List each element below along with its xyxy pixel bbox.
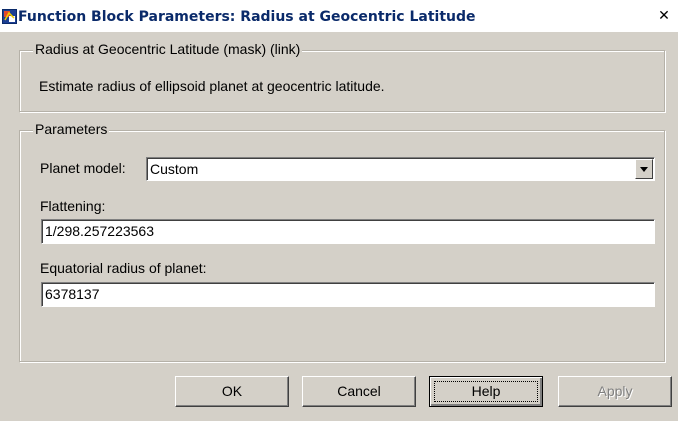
parameters-group: Parameters Planet model: Custom Flatteni… [19, 121, 665, 362]
flattening-label: Flattening: [40, 198, 106, 214]
chevron-down-icon[interactable] [635, 159, 653, 179]
simulink-block-icon [2, 9, 17, 24]
window-title: Function Block Parameters: Radius at Geo… [18, 9, 476, 25]
description-text: Estimate radius of ellipsoid planet at g… [39, 78, 385, 94]
flattening-input[interactable]: 1/298.257223563 [41, 219, 655, 244]
title-bar: Function Block Parameters: Radius at Geo… [0, 0, 678, 32]
apply-button[interactable]: Apply [558, 376, 672, 407]
cancel-button[interactable]: Cancel [302, 376, 416, 407]
parameters-legend: Parameters [33, 121, 110, 137]
ok-button[interactable]: OK [175, 376, 289, 407]
help-button[interactable]: Help [429, 376, 543, 407]
planet-model-value: Custom [150, 161, 199, 177]
description-group: Radius at Geocentric Latitude (mask) (li… [19, 41, 665, 112]
description-legend: Radius at Geocentric Latitude (mask) (li… [33, 41, 303, 57]
equatorial-radius-input[interactable]: 6378137 [41, 282, 655, 307]
equatorial-radius-label: Equatorial radius of planet: [40, 260, 207, 276]
close-icon[interactable]: ✕ [653, 6, 675, 27]
focus-ring [434, 381, 538, 402]
planet-model-label: Planet model: [40, 160, 126, 176]
planet-model-select[interactable]: Custom [146, 157, 655, 181]
